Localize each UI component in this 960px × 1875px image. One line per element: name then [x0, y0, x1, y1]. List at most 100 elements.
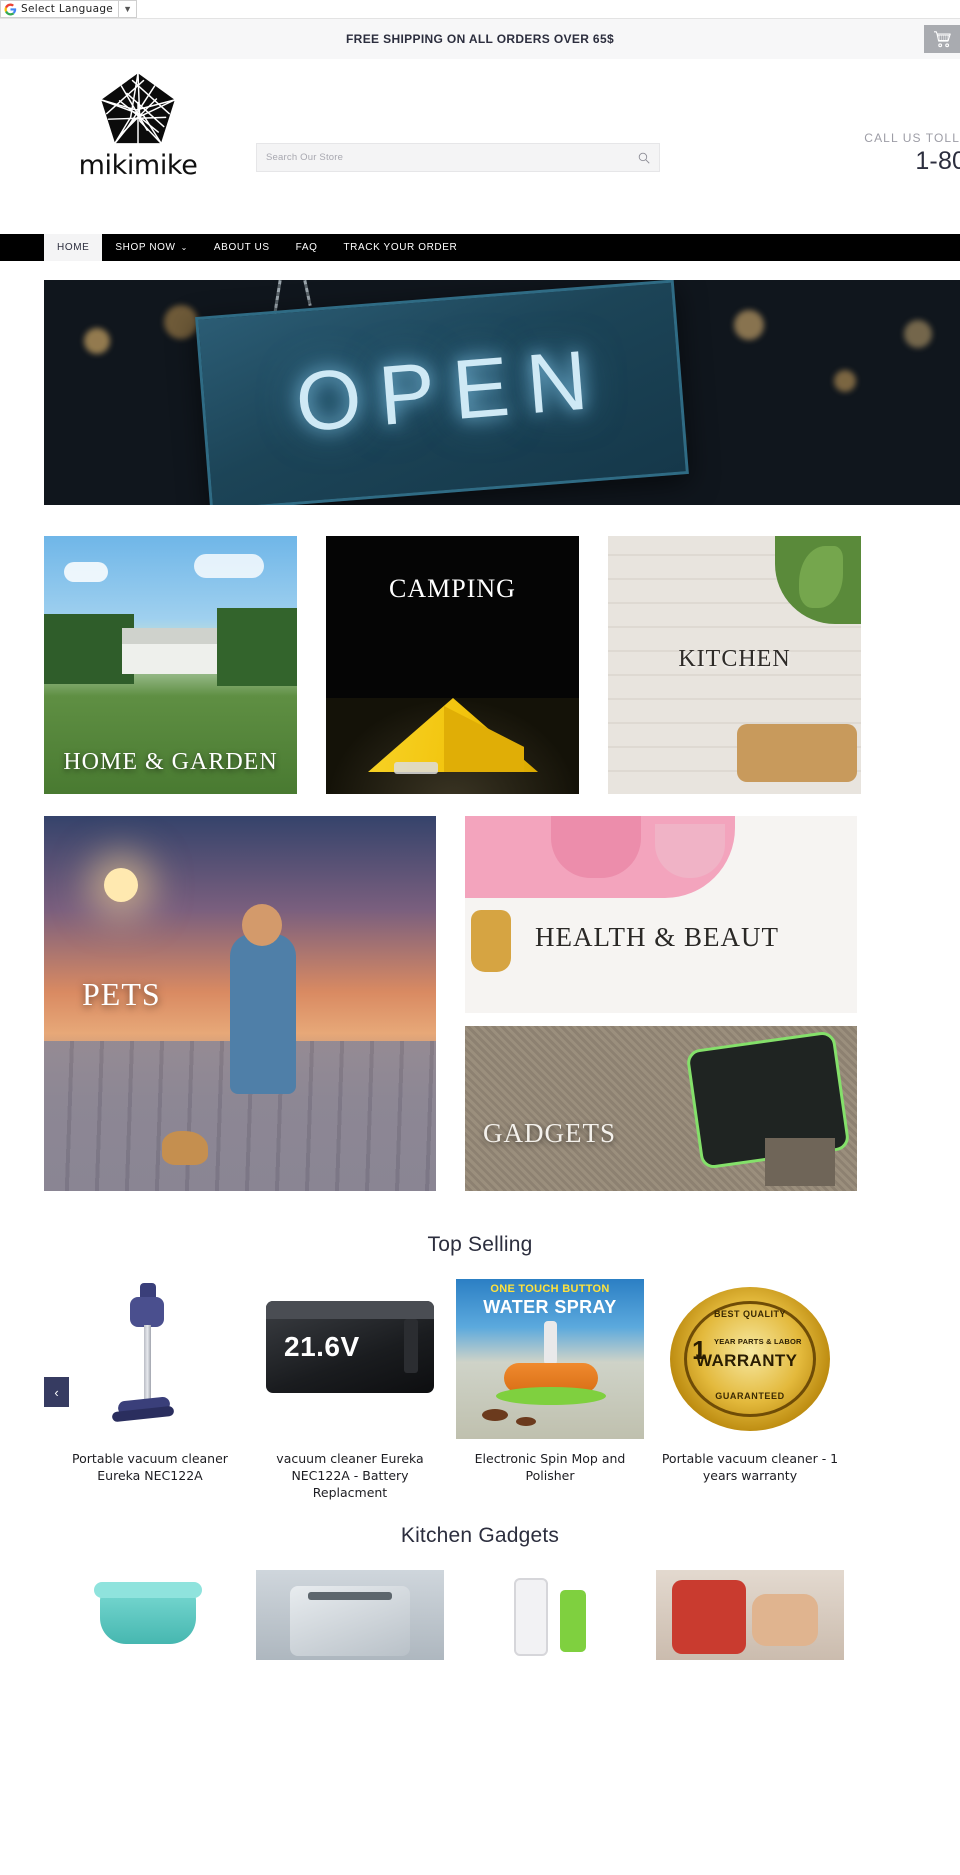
hands	[752, 1593, 818, 1646]
battery-voltage-label: 21.6V	[284, 1331, 360, 1362]
nav-item-faq[interactable]: FAQ	[283, 234, 331, 261]
tree	[44, 614, 134, 684]
product-card[interactable]: BEST QUALITY 1 YEAR PARTS & LABOR WARRAN…	[656, 1279, 844, 1485]
tent-stakes	[394, 762, 438, 774]
nav-item-home-label: HOME	[57, 242, 90, 253]
container-lid	[94, 1581, 202, 1598]
red-appliance	[672, 1579, 746, 1654]
product-title: Electronic Spin Mop and Polisher	[474, 1451, 626, 1483]
product-title: Portable vacuum cleaner Eureka NEC122A	[72, 1451, 228, 1483]
shopping-cart-icon	[933, 30, 951, 47]
bokeh-light	[904, 320, 932, 348]
dirt-spot	[516, 1417, 536, 1426]
search-input[interactable]	[256, 143, 660, 172]
search-submit-button[interactable]	[632, 143, 656, 172]
search-box	[256, 143, 660, 172]
open-sign-text: OPEN	[292, 331, 609, 450]
lion-cub	[162, 1131, 208, 1165]
category-camping-label: CAMPING	[389, 574, 516, 603]
bokeh-light	[834, 370, 856, 392]
product-card[interactable]	[456, 1570, 644, 1660]
cart-button[interactable]	[924, 25, 960, 53]
green-accessory	[560, 1589, 586, 1652]
nav-item-faq-label: FAQ	[295, 242, 318, 253]
chain	[303, 280, 312, 307]
category-kitchen-label: KITCHEN	[678, 646, 791, 672]
logo-wordmark: mikimike	[78, 150, 198, 181]
product-title: vacuum cleaner Eureka NEC122A - Battery …	[276, 1451, 424, 1500]
top-selling-carousel: ‹ Portable vacuum cleaner Eureka NEC122A…	[0, 1279, 960, 1502]
mop-handle	[544, 1321, 557, 1365]
call-us-phone-number[interactable]: 1-800-75	[700, 147, 960, 176]
hero-banner[interactable]: OPEN	[44, 280, 960, 505]
product-title: Portable vacuum cleaner - 1 years warran…	[661, 1451, 839, 1483]
nav-item-shop-now[interactable]: SHOP NOW ⌄	[102, 234, 201, 261]
badge-warranty-word: WARRANTY	[696, 1351, 798, 1370]
nav-item-home[interactable]: HOME	[44, 234, 103, 261]
vacuum-motor	[130, 1297, 164, 1327]
badge-guaranteed: GUARANTEED	[715, 1391, 785, 1401]
search-icon	[638, 152, 650, 164]
product-card[interactable]	[256, 1569, 444, 1660]
badge-best-quality: BEST QUALITY	[713, 1309, 786, 1319]
bokeh-light	[734, 310, 764, 340]
carousel-prev-button[interactable]: ‹	[44, 1377, 69, 1407]
house	[122, 628, 218, 674]
product-card[interactable]: 21.6V vacuum cleaner Eureka NEC122A - Ba…	[256, 1279, 444, 1502]
badge-one-touch-button: ONE TOUCH BUTTON	[490, 1283, 610, 1295]
site-logo[interactable]: mikimike	[62, 64, 214, 179]
pentagon-shatter-logo-icon	[100, 72, 176, 144]
announcement-text: FREE SHIPPING ON ALL ORDERS OVER 65$	[346, 32, 614, 46]
call-us-label: CALL US TOLL	[864, 131, 960, 145]
site-header: mikimike CALL US TOLL 1-800-75	[0, 59, 960, 234]
cloud	[194, 554, 264, 578]
product-image	[56, 1279, 244, 1439]
battery-top	[266, 1301, 434, 1319]
call-us-block: CALL US TOLL 1-800-75	[700, 131, 960, 176]
product-card[interactable]: Portable vacuum cleaner Eureka NEC122A	[56, 1279, 244, 1485]
product-image: ONE TOUCH BUTTON WATER SPRAY	[456, 1279, 644, 1439]
category-pets-label: PETS	[82, 976, 161, 1012]
category-kitchen[interactable]: KITCHEN	[608, 536, 861, 794]
pineapple	[471, 910, 511, 972]
product-image: 21.6V	[256, 1279, 444, 1439]
toaster-slot	[308, 1591, 392, 1600]
sun	[104, 868, 138, 902]
child-head	[242, 904, 282, 946]
section-title-kitchen-gadgets: Kitchen Gadgets	[400, 1523, 560, 1547]
category-camping[interactable]: CAMPING	[326, 536, 579, 794]
google-g-icon	[4, 3, 17, 15]
category-grid-row-1: HOME & GARDEN CAMPING KITCHEN	[44, 536, 960, 794]
chevron-down-icon: ⌄	[180, 243, 188, 252]
category-home-garden-label: HOME & GARDEN	[63, 749, 278, 775]
chevron-down-icon[interactable]: ▼	[118, 1, 136, 17]
mop-pad	[496, 1387, 606, 1405]
bokeh-light	[84, 328, 110, 354]
nav-item-track-your-order[interactable]: TRACK YOUR ORDER	[330, 234, 470, 261]
announcement-bar: FREE SHIPPING ON ALL ORDERS OVER 65$	[0, 19, 960, 59]
language-selector[interactable]: Select Language ▼	[0, 0, 138, 18]
open-sign: OPEN	[195, 280, 689, 505]
category-pets[interactable]: PETS	[44, 816, 436, 1191]
kitchen-gadgets-carousel	[0, 1569, 960, 1660]
tree	[217, 608, 297, 686]
category-gadgets[interactable]: GADGETS	[465, 1026, 857, 1191]
category-gadgets-label: GADGETS	[483, 1118, 616, 1148]
product-card[interactable]	[56, 1570, 244, 1660]
nav-item-about-us[interactable]: ABOUT US	[201, 234, 283, 261]
main-navigation: HOME SHOP NOW ⌄ ABOUT US FAQ TRACK YOUR …	[0, 234, 960, 261]
product-card[interactable]: ONE TOUCH BUTTON WATER SPRAY Electronic …	[456, 1279, 644, 1485]
badge-parts-labor: YEAR PARTS & LABOR	[714, 1337, 802, 1346]
battery-latch	[404, 1319, 418, 1373]
category-health-beauty[interactable]: HEALTH & BEAUT	[465, 816, 857, 1013]
category-health-beauty-label: HEALTH & BEAUT	[535, 922, 779, 952]
language-selector-label: Select Language	[21, 2, 114, 15]
google-translate-bar: Select Language ▼	[0, 0, 960, 19]
nav-item-about-us-label: ABOUT US	[213, 242, 270, 253]
vacuum-tube	[144, 1325, 151, 1403]
product-card[interactable]	[656, 1569, 844, 1660]
category-home-garden[interactable]: HOME & GARDEN	[44, 536, 297, 794]
nav-item-shop-now-label: SHOP NOW	[115, 242, 176, 253]
product-image: BEST QUALITY 1 YEAR PARTS & LABOR WARRAN…	[656, 1279, 844, 1439]
desk-item	[765, 1138, 835, 1186]
